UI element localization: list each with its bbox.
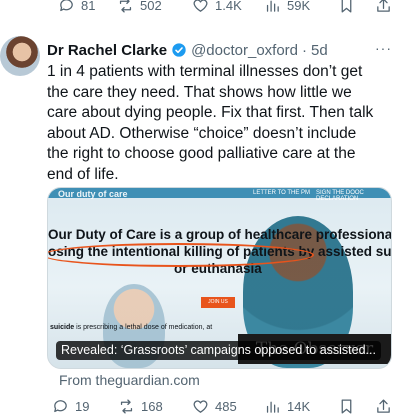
bottom-action-row: 19 168 485 14K: [0, 395, 402, 417]
reply-button[interactable]: 81: [58, 0, 95, 16]
repost-icon: [119, 0, 132, 13]
repost-count: 168: [141, 398, 163, 414]
link-card[interactable]: Our duty of care LETTER TO THE PM SIGN T…: [47, 187, 392, 369]
bookmark-icon: [341, 0, 352, 13]
reply-icon: [60, 0, 73, 11]
headline-line: Our Duty of Care is a group of healthcar…: [48, 227, 392, 242]
avatar[interactable]: [0, 36, 40, 76]
reply-icon: [54, 399, 67, 412]
like-count: 1.4K: [215, 0, 242, 13]
like-button[interactable]: 1.4K: [192, 0, 242, 16]
views-count: 59K: [287, 0, 311, 13]
repost-icon: [120, 398, 133, 414]
highlight-circle: [48, 243, 314, 267]
link-source[interactable]: From theguardian.com: [59, 372, 200, 388]
bookmark-button[interactable]: [338, 395, 355, 417]
site-link-declaration: SIGN THE DOOC DECLARATION: [316, 190, 364, 202]
like-button[interactable]: 485: [192, 395, 237, 417]
views-button[interactable]: 14K: [264, 395, 310, 417]
verified-badge-icon: [172, 43, 186, 57]
more-options-button[interactable]: ···: [375, 40, 392, 56]
tweet-text-line: end of life.: [47, 165, 119, 183]
views-count: 14K: [287, 398, 311, 414]
tweet-text: 1 in 4 patients with terminal illnesses …: [47, 62, 387, 185]
views-icon: [266, 0, 279, 12]
tweet-text-line: 1 in 4 patients with terminal illnesses …: [47, 63, 363, 80]
author-handle[interactable]: @doctor_oxford: [191, 42, 298, 59]
share-button[interactable]: [375, 0, 392, 16]
tweet-text-line: the care they need. That shows how littl…: [47, 83, 352, 101]
tweet-header: Dr Rachel Clarke @doctor_oxford · 5d: [47, 40, 394, 60]
card-join-button: JOIN US: [201, 297, 235, 308]
tweet-time[interactable]: 5d: [311, 42, 328, 59]
tweet-text-line: care about dying people. Fix that first.…: [47, 104, 374, 121]
share-button[interactable]: [375, 395, 392, 417]
site-link-letter: LETTER TO THE PM: [253, 190, 311, 196]
separator-dot: ·: [302, 41, 308, 59]
repost-button[interactable]: 502: [117, 0, 162, 16]
bookmark-icon: [341, 398, 352, 414]
top-action-row: 81 502 1.4K 59K: [0, 0, 402, 16]
views-icon: [266, 401, 279, 413]
views-button[interactable]: 59K: [264, 0, 310, 16]
repost-button[interactable]: 168: [118, 395, 163, 417]
card-body-text: suicide is prescribing a lethal dose of …: [50, 324, 212, 331]
card-body-rest: is prescribing a lethal dose of medicati…: [74, 324, 213, 331]
site-label: Our duty of care: [58, 189, 128, 199]
card-body-bold: suicide: [50, 324, 75, 331]
card-site-header: Our duty of care LETTER TO THE PM SIGN T…: [48, 188, 391, 202]
reply-count: 19: [75, 398, 90, 414]
heart-icon: [193, 0, 208, 12]
repost-count: 502: [140, 0, 162, 13]
bookmark-button[interactable]: [338, 0, 355, 16]
share-icon: [377, 0, 390, 12]
share-icon: [377, 398, 390, 413]
heart-icon: [193, 399, 208, 413]
like-count: 485: [215, 398, 237, 414]
tweet-text-line: about AD. Otherwise “choice” doesn’t inc…: [47, 124, 357, 142]
card-title-caption[interactable]: Revealed: ‘Grassroots’ campaigns opposed…: [56, 341, 381, 360]
tweet-text-line: the right to choose good palliative care…: [47, 145, 356, 162]
reply-button[interactable]: 19: [52, 395, 89, 417]
author-name[interactable]: Dr Rachel Clarke: [47, 42, 167, 59]
reply-count: 81: [81, 0, 96, 13]
